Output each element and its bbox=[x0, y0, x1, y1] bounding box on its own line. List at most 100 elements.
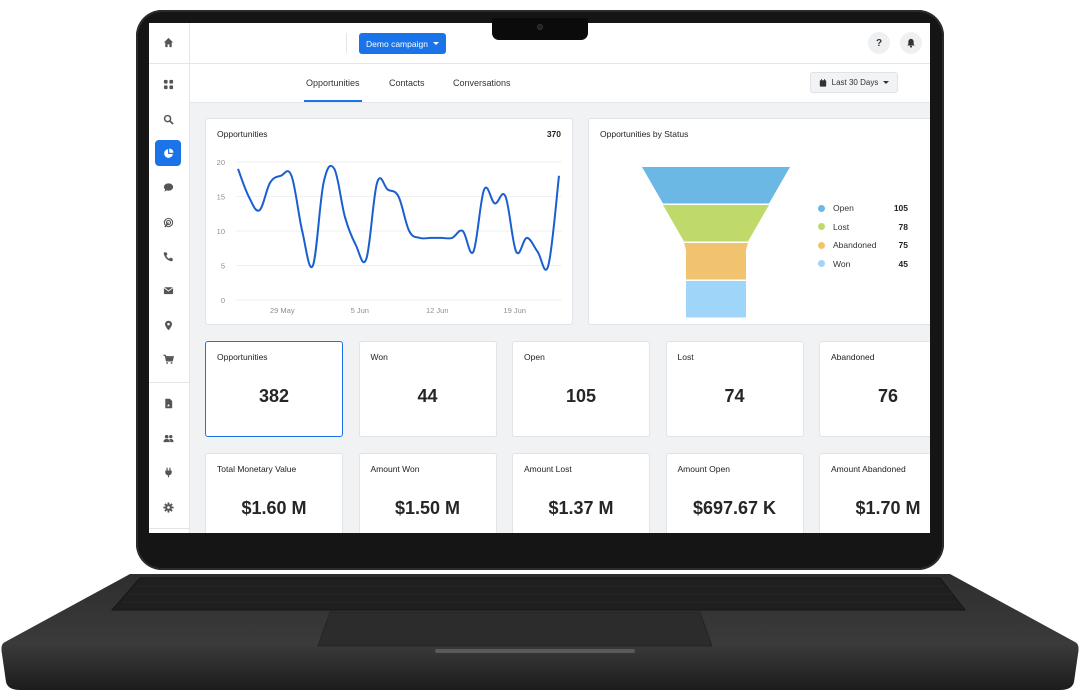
sidebar-item-email[interactable] bbox=[155, 277, 181, 303]
header-divider bbox=[346, 33, 347, 53]
cart-icon bbox=[162, 354, 174, 364]
stat-card-opportunities[interactable]: Opportunities 382 bbox=[205, 341, 343, 437]
status-funnel-chart bbox=[642, 167, 790, 318]
webcam-icon bbox=[537, 24, 543, 30]
sidebar-item-integrations[interactable] bbox=[155, 459, 181, 485]
sidebar-divider bbox=[149, 528, 189, 529]
x-tick-label: 5 Jun bbox=[351, 306, 369, 315]
help-button[interactable]: ? bbox=[868, 32, 890, 54]
sidebar bbox=[149, 23, 190, 533]
calendar-icon bbox=[819, 78, 826, 87]
tab-opportunities[interactable]: Opportunities bbox=[304, 64, 362, 102]
stat-value: 74 bbox=[724, 386, 745, 406]
stat-card-won[interactable]: Won 44 bbox=[358, 341, 497, 437]
y-tick-label: 5 bbox=[221, 262, 225, 271]
funnel-segment-open[interactable] bbox=[642, 167, 790, 204]
sidebar-item-search[interactable] bbox=[155, 106, 181, 132]
stat-label: Opportunities bbox=[217, 352, 268, 362]
chat-bubble-icon bbox=[163, 182, 173, 192]
stat-value: $697.67 K bbox=[692, 498, 777, 518]
opportunities-line-chart: 0 5 10 15 20 29 May 5 Jun 12 Jun 19 Jun bbox=[217, 158, 562, 315]
legend-item-won[interactable]: Won 45 bbox=[818, 255, 908, 274]
help-icon: ? bbox=[875, 37, 883, 49]
sidebar-item-apps[interactable] bbox=[155, 71, 181, 97]
home-icon bbox=[163, 37, 173, 47]
sidebar-item-home[interactable] bbox=[155, 29, 181, 55]
app-screen: Demo campaign ? Opportunities Contacts C… bbox=[149, 23, 930, 533]
stat-label: Amount Lost bbox=[524, 464, 572, 474]
status-funnel-card: Opportunities by Status Open 105 Lost 78 Aba… bbox=[588, 118, 930, 325]
sidebar-item-calls[interactable] bbox=[155, 243, 181, 269]
mail-icon bbox=[163, 286, 173, 294]
legend-label: Won bbox=[833, 258, 851, 269]
stat-card-amount-open[interactable]: Amount Open $697.67 K bbox=[665, 453, 804, 533]
stat-label: Open bbox=[524, 352, 545, 362]
sidebar-item-reports[interactable] bbox=[155, 390, 181, 416]
search-icon bbox=[163, 114, 174, 125]
funnel-segment-abandoned[interactable] bbox=[684, 243, 748, 280]
stat-card-amount-won[interactable]: Amount Won $1.50 M bbox=[358, 453, 497, 533]
sidebar-item-payments[interactable] bbox=[155, 346, 181, 372]
tab-label: Contacts bbox=[389, 78, 425, 88]
legend-dot bbox=[818, 241, 825, 249]
stat-value: $1.50 M bbox=[394, 498, 461, 518]
stat-card-open[interactable]: Open 105 bbox=[512, 341, 650, 437]
pie-chart-icon bbox=[163, 147, 174, 158]
legend-item-abandoned[interactable]: Abandoned 75 bbox=[818, 236, 908, 255]
legend-label: Abandoned bbox=[833, 240, 877, 251]
stat-label: Lost bbox=[677, 352, 694, 362]
apps-grid-icon bbox=[163, 79, 173, 89]
stat-card-amount-abandoned[interactable]: Amount Abandoned $1.70 M bbox=[819, 453, 930, 533]
stat-card-abandoned[interactable]: Abandoned 76 bbox=[819, 341, 930, 437]
legend-value: 45 bbox=[898, 258, 908, 269]
legend-dot bbox=[818, 204, 825, 212]
sidebar-divider bbox=[149, 382, 189, 383]
plug-icon bbox=[164, 467, 172, 477]
campaign-selector-label: Demo campaign bbox=[366, 38, 428, 49]
tab-conversations[interactable]: Conversations bbox=[453, 64, 511, 102]
sidebar-item-marketing[interactable] bbox=[155, 209, 181, 235]
tab-label: Conversations bbox=[453, 78, 511, 88]
bell-icon bbox=[907, 38, 915, 48]
stat-value: $1.70 M bbox=[855, 498, 921, 518]
date-range-selector[interactable]: Last 30 Days bbox=[810, 72, 898, 93]
stat-label: Amount Won bbox=[370, 464, 420, 474]
stat-card-total-monetary-value[interactable]: Total Monetary Value $1.60 M bbox=[205, 453, 343, 533]
legend-dot bbox=[818, 260, 825, 268]
legend-value: 75 bbox=[898, 240, 908, 251]
broadcast-icon bbox=[163, 217, 173, 227]
stat-value: 76 bbox=[877, 386, 899, 406]
y-tick-label: 10 bbox=[217, 227, 225, 236]
campaign-selector[interactable]: Demo campaign bbox=[359, 33, 446, 54]
legend-label: Lost bbox=[833, 221, 850, 232]
sidebar-item-conversations[interactable] bbox=[155, 174, 181, 200]
funnel-segment-won[interactable] bbox=[686, 281, 746, 318]
stat-label: Total Monetary Value bbox=[217, 464, 297, 474]
stat-value: 44 bbox=[417, 386, 438, 406]
stat-label: Abandoned bbox=[831, 352, 875, 362]
stat-card-lost[interactable]: Lost 74 bbox=[665, 341, 804, 437]
notifications-button[interactable] bbox=[900, 32, 922, 54]
stat-value: $1.37 M bbox=[548, 498, 614, 518]
stat-value: $1.60 M bbox=[241, 498, 307, 518]
legend-item-lost[interactable]: Lost 78 bbox=[818, 218, 908, 237]
tab-bar: Opportunities Contacts Conversations Las… bbox=[190, 64, 930, 103]
stat-value: 105 bbox=[565, 386, 597, 406]
stat-label: Amount Abandoned bbox=[831, 464, 906, 474]
stat-card-amount-lost[interactable]: Amount Lost $1.37 M bbox=[512, 453, 650, 533]
location-pin-icon bbox=[164, 320, 172, 330]
sidebar-item-reporting[interactable] bbox=[155, 140, 181, 166]
x-tick-label: 19 Jun bbox=[503, 306, 526, 315]
sidebar-item-locations[interactable] bbox=[155, 312, 181, 338]
laptop-base bbox=[1, 574, 1079, 690]
sidebar-divider bbox=[149, 63, 189, 64]
sidebar-item-settings[interactable] bbox=[155, 494, 181, 520]
legend-label: Open bbox=[833, 203, 854, 214]
legend-value: 78 bbox=[898, 221, 908, 232]
tab-contacts[interactable]: Contacts bbox=[389, 64, 425, 102]
y-tick-label: 15 bbox=[217, 193, 225, 202]
funnel-segment-lost[interactable] bbox=[663, 205, 769, 242]
camera-notch bbox=[492, 18, 588, 40]
sidebar-item-contacts[interactable] bbox=[155, 425, 181, 451]
legend-item-open[interactable]: Open 105 bbox=[818, 199, 908, 218]
